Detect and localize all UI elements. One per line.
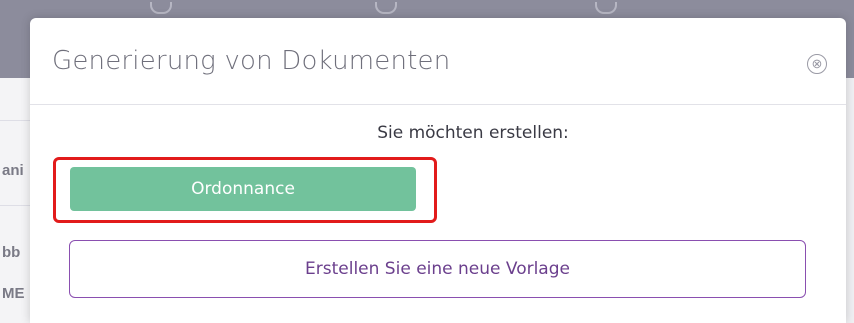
background-row-text: ani	[2, 162, 24, 179]
close-icon[interactable]: ⊗	[807, 54, 827, 74]
title-divider	[30, 104, 846, 105]
modal-title: Generierung von Dokumenten	[52, 46, 451, 76]
creation-prompt: Sie möchten erstellen:	[377, 123, 569, 143]
create-new-template-button[interactable]: Erstellen Sie eine neue Vorlage	[69, 240, 806, 298]
background-row-text: bb	[2, 244, 21, 261]
background-row-text: ME	[2, 285, 25, 302]
ordonnance-button[interactable]: Ordonnance	[70, 167, 416, 211]
nav-icon	[595, 2, 617, 14]
nav-icon	[150, 2, 172, 14]
nav-icon	[375, 2, 397, 14]
document-generation-modal: Generierung von Dokumenten ⊗ Sie möchten…	[30, 18, 846, 323]
